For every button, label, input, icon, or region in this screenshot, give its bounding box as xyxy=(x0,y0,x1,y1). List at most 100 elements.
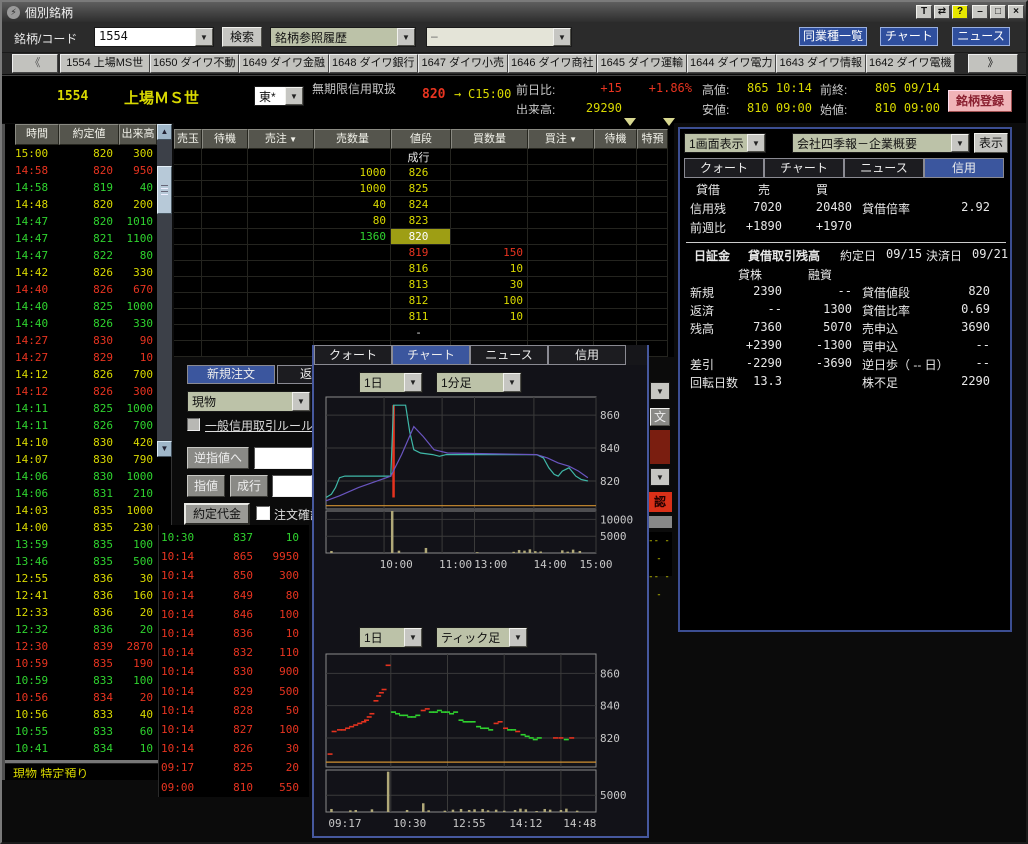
amount-button[interactable]: 約定代金 xyxy=(184,503,250,525)
order-book-cell[interactable] xyxy=(174,181,202,197)
order-book-cell[interactable] xyxy=(314,325,391,341)
chart-window-tab-0[interactable]: クォート xyxy=(314,345,392,365)
credit-panel-tab-0[interactable]: クォート xyxy=(684,158,764,178)
order-book-cell[interactable]: 1000 xyxy=(314,181,391,197)
order-book-cell[interactable] xyxy=(314,261,391,277)
order-book-cell[interactable] xyxy=(314,277,391,293)
order-book-cell[interactable] xyxy=(594,325,637,341)
order-book-cell[interactable] xyxy=(594,165,637,181)
order-book-cell[interactable] xyxy=(528,245,594,261)
chart2-type-combo[interactable]: ティック足 ▼ xyxy=(436,627,528,648)
symbol-tab-8[interactable]: 1643 ダイワ情報 xyxy=(776,54,866,73)
show-button[interactable]: 表示 xyxy=(974,133,1008,153)
symbol-tab-7[interactable]: 1644 ダイワ電力 xyxy=(687,54,777,73)
chart1-type-combo[interactable]: 1分足 ▼ xyxy=(436,372,522,393)
order-book-cell[interactable] xyxy=(174,229,202,245)
tabs-next-button[interactable]: 》 xyxy=(968,54,1018,73)
chart-window-tab-1[interactable]: チャート xyxy=(392,345,470,365)
order-book-row[interactable]: 812100 xyxy=(174,293,668,309)
order-book-cell[interactable]: 812 xyxy=(391,293,451,309)
order-book-cell[interactable]: 823 xyxy=(391,213,451,229)
chevron-down-icon[interactable]: ▼ xyxy=(404,373,422,392)
order-book-cell[interactable] xyxy=(637,245,668,261)
order-book-cell[interactable] xyxy=(202,149,248,165)
credit-panel-tab-3[interactable]: 信用 xyxy=(924,158,1004,178)
limit-button[interactable]: 指値 xyxy=(187,475,225,497)
order-book-cell[interactable] xyxy=(637,149,668,165)
order-book-cell[interactable] xyxy=(248,277,314,293)
order-book-cell[interactable] xyxy=(174,261,202,277)
order-book-cell[interactable]: 820 xyxy=(391,229,451,245)
order-book-cell[interactable] xyxy=(248,293,314,309)
order-book-cell[interactable]: 10 xyxy=(451,309,528,325)
chevron-down-icon[interactable]: ▼ xyxy=(285,87,303,105)
chart1-period-combo[interactable]: 1日 ▼ xyxy=(359,372,423,393)
order-book-cell[interactable] xyxy=(202,277,248,293)
chevron-down-icon[interactable]: ▼ xyxy=(404,628,422,647)
tape-scrollbar[interactable]: ▲ ▼ xyxy=(157,124,172,457)
order-book-cell[interactable] xyxy=(594,261,637,277)
refresh-icon[interactable]: ⇄ xyxy=(934,5,950,19)
chevron-down-icon[interactable]: ▼ xyxy=(287,135,297,144)
sort-triangle-icon[interactable] xyxy=(624,118,636,126)
order-book-cell[interactable] xyxy=(637,197,668,213)
order-book-cell[interactable] xyxy=(637,229,668,245)
order-book-cell[interactable] xyxy=(314,149,391,165)
report-combo[interactable]: 会社四季報－企業概要 ▼ xyxy=(792,133,970,153)
order-book-cell[interactable]: 824 xyxy=(391,197,451,213)
order-book-cell[interactable] xyxy=(248,197,314,213)
view-combo[interactable]: 1画面表示 ▼ xyxy=(684,133,766,153)
market-button[interactable]: 成行 xyxy=(230,475,268,497)
tool-t-button[interactable]: T xyxy=(916,5,932,19)
order-book-cell[interactable] xyxy=(528,181,594,197)
minimize-button[interactable]: – xyxy=(972,5,988,19)
code-combo[interactable]: 1554 ▼ xyxy=(94,27,214,47)
order-book-cell[interactable] xyxy=(202,325,248,341)
order-book-cell[interactable] xyxy=(314,309,391,325)
order-book-cell[interactable] xyxy=(202,341,248,357)
order-book-cell[interactable]: 819 xyxy=(391,245,451,261)
order-book-cell[interactable] xyxy=(637,165,668,181)
order-book-cell[interactable] xyxy=(637,325,668,341)
order-book-cell[interactable]: 816 xyxy=(391,261,451,277)
order-book-cell[interactable] xyxy=(174,149,202,165)
order-book-cell[interactable] xyxy=(528,325,594,341)
order-book-cell[interactable]: 1000 xyxy=(314,165,391,181)
chart2-period-combo[interactable]: 1日 ▼ xyxy=(359,627,423,648)
order-book-cell[interactable] xyxy=(248,213,314,229)
symbol-tab-1[interactable]: 1650 ダイワ不動 xyxy=(150,54,240,73)
order-book-cell[interactable]: 100 xyxy=(451,293,528,309)
order-book-cell[interactable] xyxy=(202,165,248,181)
order-book-row[interactable]: 81330 xyxy=(174,277,668,293)
order-book-row[interactable]: 40824 xyxy=(174,197,668,213)
order-book-cell[interactable]: 825 xyxy=(391,181,451,197)
symbol-tab-0[interactable]: 1554 上場MS世 xyxy=(60,54,150,73)
order-book-cell[interactable] xyxy=(451,213,528,229)
order-book-cell[interactable]: 150 xyxy=(451,245,528,261)
symbol-tab-6[interactable]: 1645 ダイワ運輸 xyxy=(597,54,687,73)
order-book-cell[interactable] xyxy=(451,325,528,341)
chevron-down-icon[interactable]: ▼ xyxy=(503,373,521,392)
scroll-down-icon[interactable]: ▼ xyxy=(157,441,172,457)
order-book-cell[interactable] xyxy=(637,261,668,277)
maximize-button[interactable]: □ xyxy=(990,5,1006,19)
order-book-cell[interactable] xyxy=(637,309,668,325)
order-book-cell[interactable] xyxy=(248,325,314,341)
order-book-cell[interactable] xyxy=(528,277,594,293)
order-book-cell[interactable] xyxy=(248,309,314,325)
symbol-tab-9[interactable]: 1642 ダイワ電機 xyxy=(866,54,956,73)
chevron-down-icon[interactable]: ▼ xyxy=(553,28,571,46)
stop-price-input[interactable] xyxy=(254,447,312,469)
order-book-cell[interactable] xyxy=(248,245,314,261)
order-book-cell[interactable] xyxy=(528,293,594,309)
order-book-cell[interactable] xyxy=(528,149,594,165)
order-book-row[interactable]: 1000825 xyxy=(174,181,668,197)
order-book-cell[interactable] xyxy=(528,309,594,325)
order-book-cell[interactable] xyxy=(637,293,668,309)
order-book-cell[interactable]: 826 xyxy=(391,165,451,181)
sort-triangle-icon[interactable] xyxy=(663,118,675,126)
order-book-cell[interactable] xyxy=(202,309,248,325)
order-book-row[interactable]: 81110 xyxy=(174,309,668,325)
chevron-down-icon[interactable]: ▼ xyxy=(650,468,670,486)
order-book-row[interactable]: 80823 xyxy=(174,213,668,229)
